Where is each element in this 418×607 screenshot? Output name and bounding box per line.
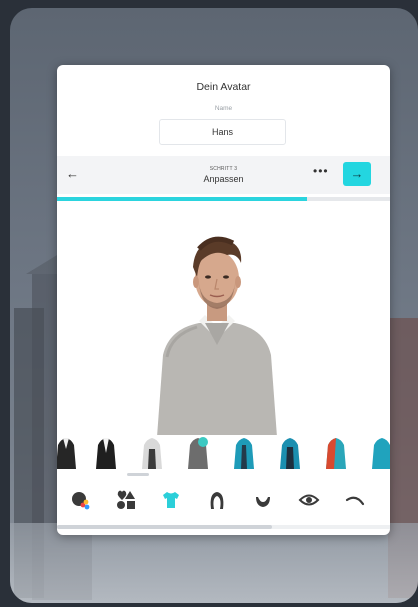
eye-icon[interactable]: [298, 489, 320, 511]
step-header: ← SCHRITT 3 Anpassen ••• →: [57, 156, 390, 194]
shirt-icon[interactable]: [160, 489, 182, 511]
teal-jacket-dark-icon[interactable]: [275, 435, 305, 469]
black-jacket-icon[interactable]: [57, 435, 81, 469]
hair-icon[interactable]: [206, 489, 228, 511]
next-button[interactable]: →: [343, 162, 371, 186]
category-bar: [57, 479, 390, 523]
shapes-icon[interactable]: [115, 489, 137, 511]
background-ground: [10, 523, 418, 603]
name-label: Name: [214, 105, 233, 112]
category-scrollbar-thumb[interactable]: [57, 525, 272, 529]
progress-bar-fill: [57, 197, 307, 201]
skin-color-icon[interactable]: [69, 489, 91, 511]
progress-bar: [57, 197, 390, 201]
teal-jacket-partial-icon[interactable]: [367, 435, 390, 469]
dialog-title: Dein Avatar: [196, 81, 251, 93]
avatar-3d-model: [157, 236, 277, 435]
step-title: Anpassen: [203, 174, 244, 184]
beard-icon[interactable]: [252, 489, 274, 511]
avatar-editor-dialog: Dein Avatar Name Hans ← SCHRITT 3 Anpass…: [57, 65, 390, 535]
grey-jacket-teal-icon[interactable]: [183, 435, 213, 469]
clothing-scroll-indicator[interactable]: [127, 473, 149, 476]
category-scrollbar[interactable]: [57, 525, 390, 529]
avatar-preview[interactable]: [57, 203, 390, 435]
teal-jacket-icon[interactable]: [229, 435, 259, 469]
name-input[interactable]: Hans: [159, 119, 286, 145]
step-number: SCHRITT 3: [209, 166, 238, 172]
clothing-options: [57, 429, 390, 475]
more-options-button[interactable]: •••: [313, 164, 329, 178]
black-suit-icon[interactable]: [91, 435, 121, 469]
white-shirt-icon[interactable]: [137, 435, 167, 469]
red-teal-jacket-icon[interactable]: [321, 435, 351, 469]
eyebrow-icon[interactable]: [344, 489, 366, 511]
